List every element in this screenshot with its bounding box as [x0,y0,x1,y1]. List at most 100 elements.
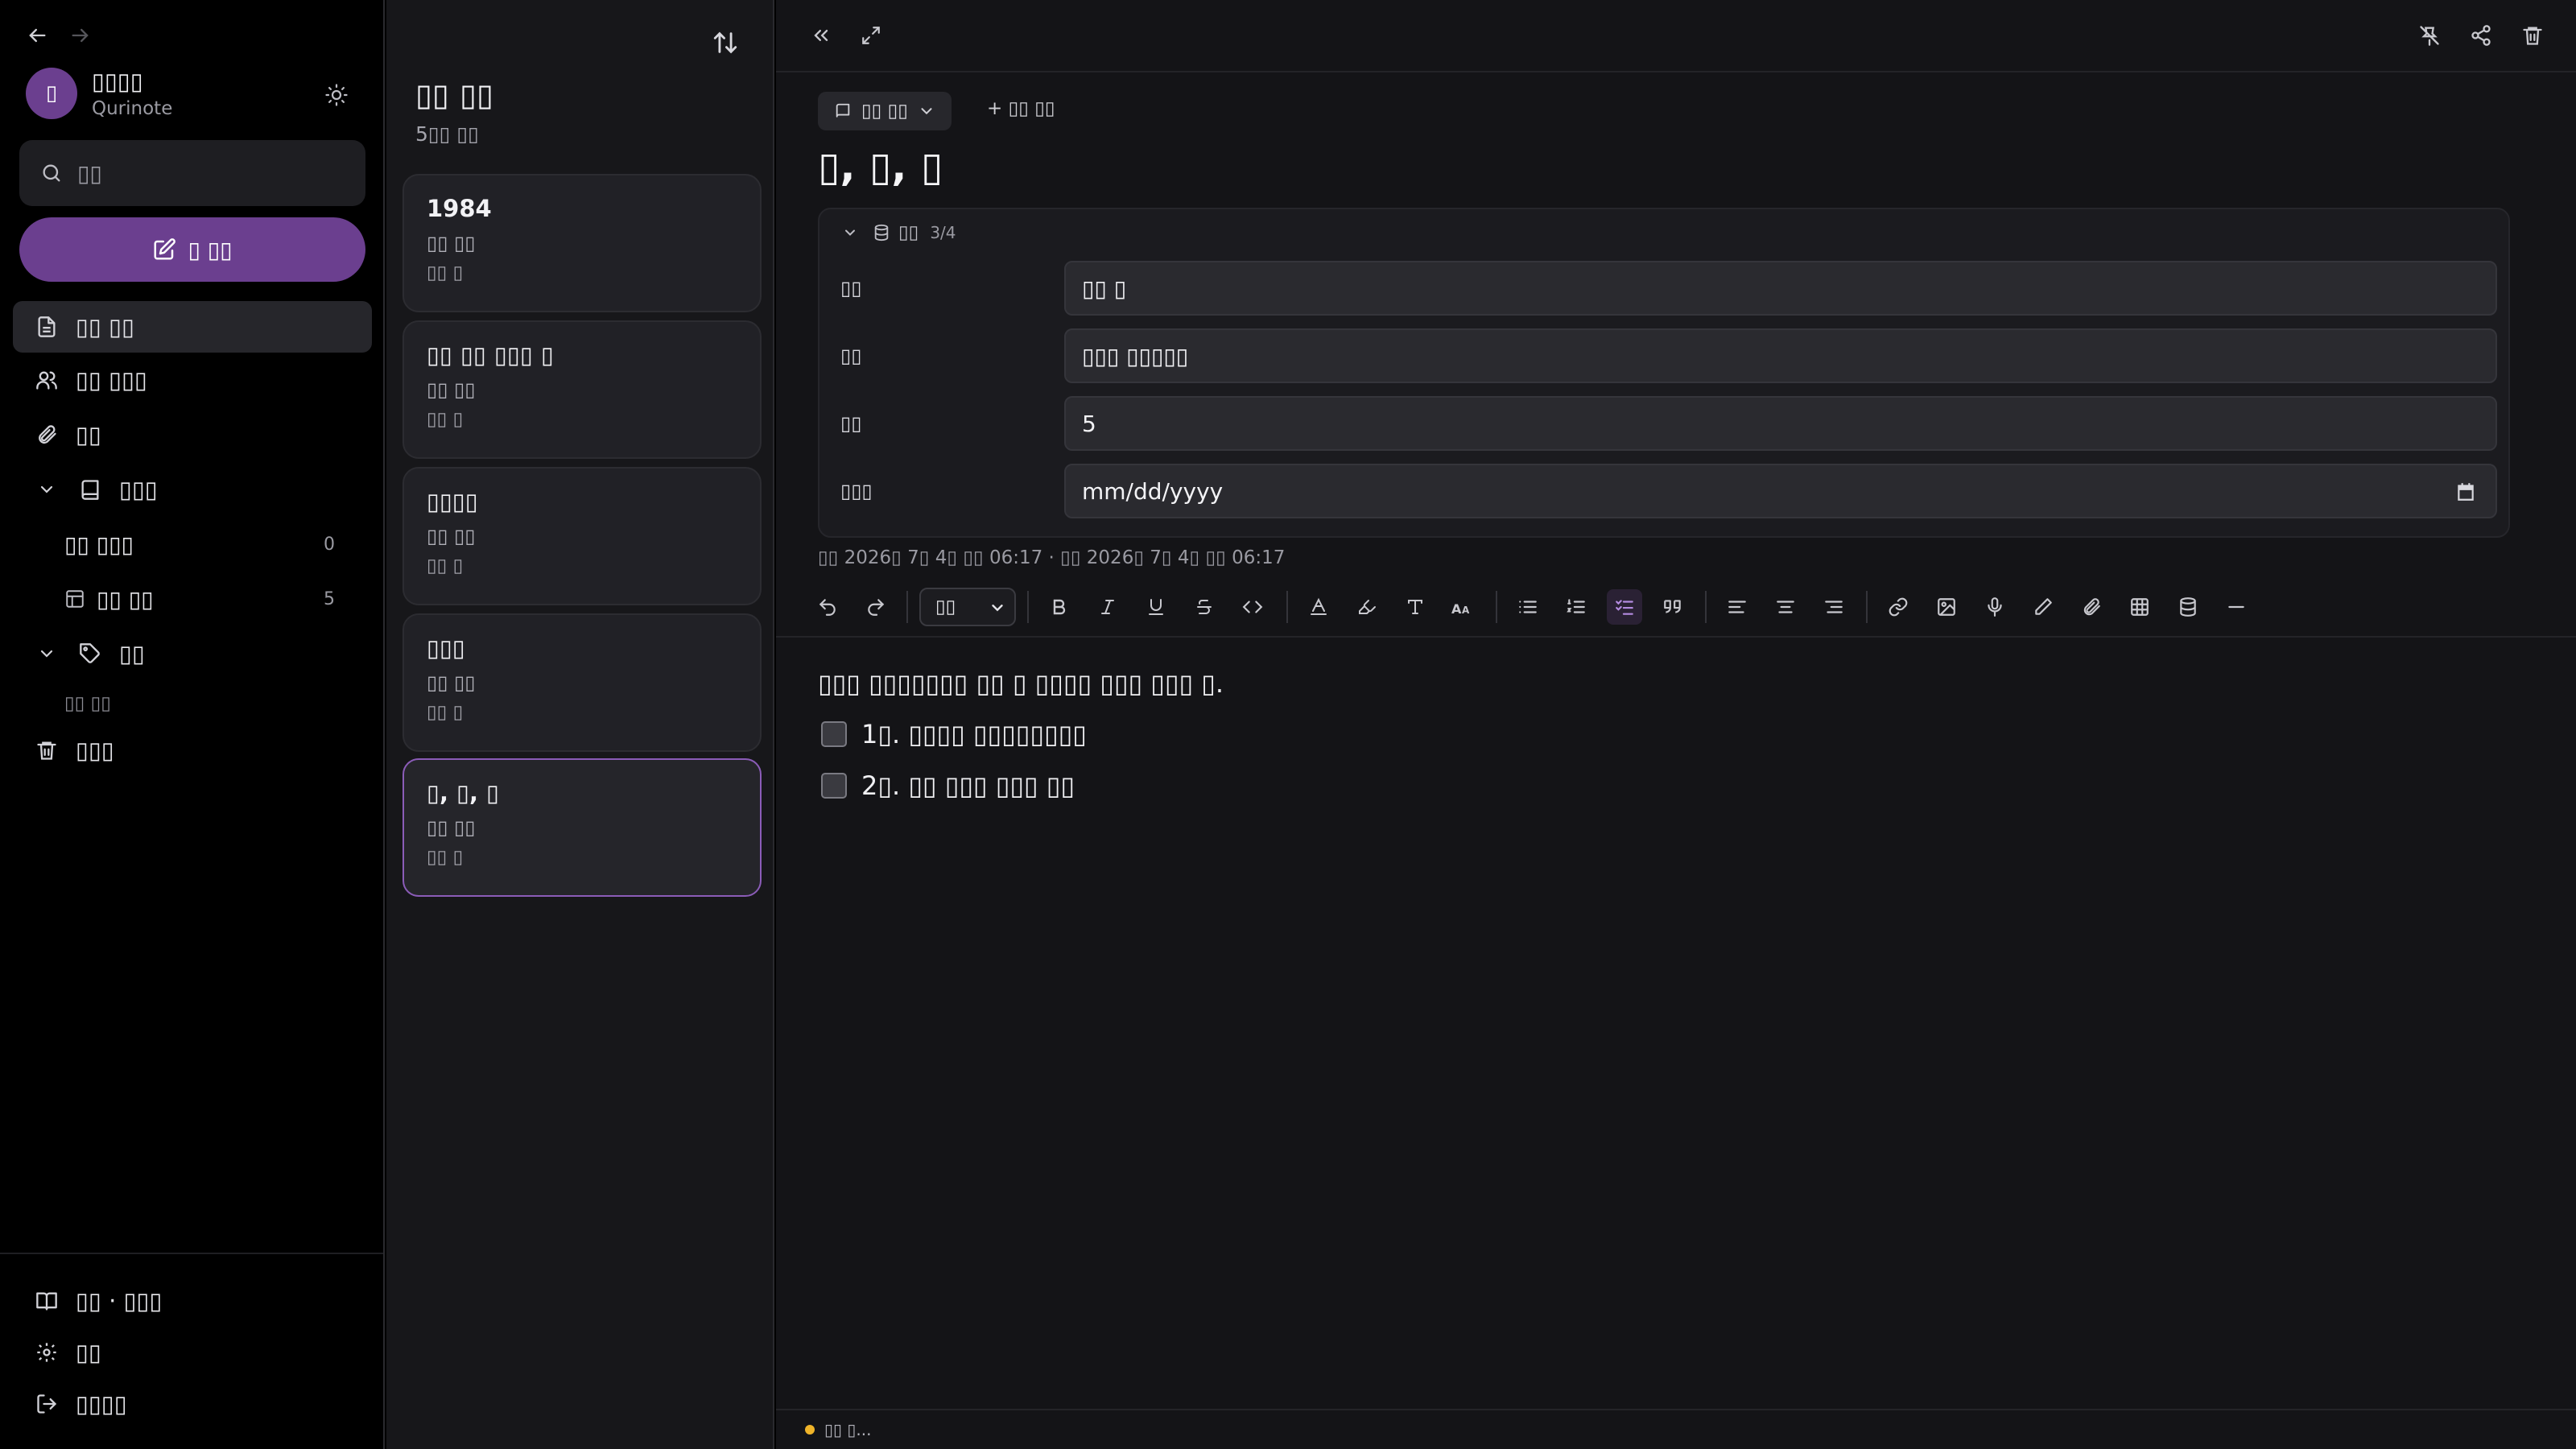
new-note-button[interactable]: ▯ ▯▯ [19,217,365,282]
properties-toggle[interactable]: ▯▯ 3/4 [842,222,956,243]
collapse-panels-icon[interactable] [805,19,837,52]
undo-icon[interactable] [810,589,845,625]
search-box[interactable] [19,140,365,206]
body-paragraph[interactable]: ▯▯▯ ▯▯▯▯▯▯▯ ▯▯ ▯ ▯▯▯▯ ▯▯▯ ▯▯▯ ▯. [818,668,2508,708]
chevron-down-icon[interactable] [32,475,61,504]
notebook-selector[interactable]: ▯▯ ▯▯ [818,92,952,130]
theme-toggle-sun-icon[interactable] [320,79,353,111]
task-text[interactable]: 2▯. ▯▯ ▯▯▯ ▯▯▯ ▯▯ [861,770,1075,801]
sidebar-item-all-notes[interactable]: ▯▯ ▯▯ [13,301,372,353]
align-right-icon[interactable] [1816,589,1852,625]
date-field[interactable]: mm/dd/yyyy [1064,464,2497,518]
toolbar-divider [1496,591,1497,623]
highlighter-icon[interactable] [1349,589,1385,625]
task-item: 2▯. ▯▯ ▯▯▯ ▯▯▯ ▯▯ [818,760,2508,811]
document-icon [32,312,61,341]
back-arrow-icon[interactable] [23,21,52,50]
footer-item-label: ▯▯▯▯ [76,1390,127,1418]
note-list-panel: ▯▯ ▯▯ 5▯▯ ▯▯ 1984 ▯▯ ▯▯ ▯▯ ▯ ▯▯ ▯▯ ▯▯▯ ▯… [386,0,774,1449]
font-type-icon[interactable] [1397,589,1433,625]
notebook-item-label: ▯▯ ▯▯▯ [64,530,134,558]
bold-icon[interactable] [1042,589,1077,625]
sidebar-item-attachments[interactable]: ▯▯ [13,409,372,460]
expand-icon[interactable] [855,19,887,52]
sidebar: ▯ ▯▯▯▯ Qurinote ▯ ▯ ▯ ▯▯ ▯▯ ▯▯ ▯▯ ▯▯▯ ▯▯… [0,0,385,1449]
tags-empty-text: ▯▯ ▯▯ [64,693,111,714]
note-card-title: ▯▯▯▯ [427,488,478,515]
edit-icon [152,237,176,262]
font-size-icon[interactable]: AA [1446,589,1481,625]
task-text[interactable]: 1▯. ▯▯▯▯ ▯▯▯▯▯▯▯▯ [861,719,1087,749]
note-body[interactable]: ▯▯▯ ▯▯▯▯▯▯▯ ▯▯ ▯ ▯▯▯▯ ▯▯▯ ▯▯▯ ▯. 1▯. ▯▯▯… [818,668,2508,811]
toolbar-divider [1027,591,1029,623]
search-input[interactable] [77,159,351,187]
table-icon[interactable] [2122,589,2157,625]
toolbar-divider [906,591,908,623]
calendar-icon[interactable] [2455,481,2476,502]
sidebar-footer [0,1253,383,1254]
property-value: mm/dd/yyyy [1082,477,1224,505]
footer-item-logout[interactable]: ▯▯▯▯ [13,1378,372,1430]
note-card-status: ▯▯ ▯ [427,555,464,576]
property-field[interactable]: ▯▯ ▯ [1064,261,2497,316]
sort-icon[interactable] [707,24,744,61]
sidebar-section-notebooks[interactable]: ▯▯▯ [13,464,372,515]
attachment-icon[interactable] [2074,589,2109,625]
underline-icon[interactable] [1138,589,1174,625]
forward-arrow-icon[interactable] [66,21,95,50]
properties-header: ▯▯ [898,222,919,243]
microphone-icon[interactable] [1977,589,2013,625]
text-color-icon[interactable] [1301,589,1336,625]
note-card-selected[interactable]: ▯, ▯, ▯ ▯▯ ▯▯ ▯▯ ▯ [402,758,762,897]
database-icon[interactable] [2170,589,2206,625]
notebook-item-reading-log[interactable]: ▯▯ ▯▯ 5 [13,575,335,623]
quote-icon[interactable] [1655,589,1690,625]
sidebar-item-shared[interactable]: ▯▯ ▯▯▯ [13,354,372,406]
notebook-item-label: ▯▯ ▯▯ [97,585,154,613]
strikethrough-icon[interactable] [1187,589,1222,625]
sidebar-item-label: ▯▯ ▯▯▯ [76,366,148,394]
footer-item-settings[interactable]: ▯▯ [13,1327,372,1378]
avatar: ▯ [26,68,77,119]
italic-icon[interactable] [1090,589,1125,625]
notebook-selector-label: ▯▯ ▯▯ [861,101,908,122]
align-left-icon[interactable] [1719,589,1755,625]
sidebar-item-trash[interactable]: ▯▯▯ [13,724,372,776]
task-checkbox[interactable] [821,773,847,799]
note-card-author: ▯▯ ▯▯ [427,671,476,694]
chevron-down-icon[interactable] [32,639,61,668]
note-title[interactable]: ▯, ▯, ▯ [818,143,943,190]
user-profile[interactable]: ▯ ▯▯▯▯ Qurinote [26,68,172,119]
share-icon[interactable] [2465,19,2497,52]
redo-icon[interactable] [858,589,894,625]
horizontal-rule-icon[interactable] [2219,589,2254,625]
database-icon [873,224,890,242]
code-icon[interactable] [1235,589,1270,625]
task-checkbox[interactable] [821,721,847,747]
image-icon[interactable] [1929,589,1964,625]
unpin-icon[interactable] [2413,19,2446,52]
link-icon[interactable] [1880,589,1916,625]
bullet-list-icon[interactable] [1510,589,1546,625]
notebook-item-uncategorized[interactable]: ▯▯ ▯▯▯ 0 [13,520,335,568]
property-field[interactable]: ▯▯▯ ▯▯▯▯▯ [1064,328,2497,383]
footer-item-help[interactable]: ▯▯ · ▯▯▯ [13,1275,372,1327]
property-value: ▯▯▯ ▯▯▯▯▯ [1082,342,1189,369]
table-icon [64,588,85,609]
note-card[interactable]: ▯▯▯ ▯▯ ▯▯ ▯▯ ▯ [402,613,762,752]
chevron-down-icon [842,225,858,241]
align-center-icon[interactable] [1768,589,1803,625]
add-property-button[interactable]: + ▯▯ ▯▯ [987,98,1055,119]
sidebar-section-tags[interactable]: ▯▯ [13,628,372,679]
note-card[interactable]: 1984 ▯▯ ▯▯ ▯▯ ▯ [402,174,762,312]
note-card[interactable]: ▯▯▯▯ ▯▯ ▯▯ ▯▯ ▯ [402,467,762,605]
trash-icon[interactable] [2516,19,2549,52]
block-style-select[interactable]: ▯▯ [919,588,1016,626]
toolbar-divider [1286,591,1288,623]
property-field[interactable]: 5 [1064,396,2497,451]
checklist-icon[interactable] [1607,589,1642,625]
timestamps: ▯▯ 2026▯ 7▯ 4▯ ▯▯ 06:17 · ▯▯ 2026▯ 7▯ 4▯… [818,547,1286,568]
numbered-list-icon[interactable] [1558,589,1594,625]
pen-icon[interactable] [2025,589,2061,625]
note-card[interactable]: ▯▯ ▯▯ ▯▯▯ ▯ ▯▯ ▯▯ ▯▯ ▯ [402,320,762,459]
